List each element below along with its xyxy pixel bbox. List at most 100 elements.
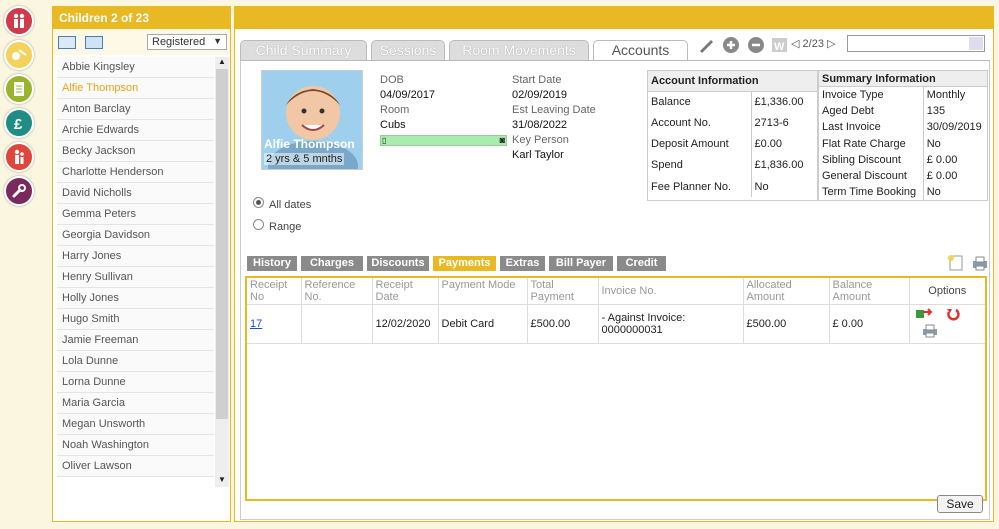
child-list-item[interactable]: Charlotte Henderson [57, 162, 214, 183]
key-person-value: Karl Taylor [512, 149, 564, 161]
account-info-label: Spend [647, 154, 752, 177]
search-icon[interactable] [969, 37, 983, 50]
child-list-item[interactable]: Noah Washington [57, 435, 214, 456]
col-reference-no: Reference No. [301, 278, 373, 305]
main-nav-rail: £ [4, 6, 38, 210]
svg-text:W: W [774, 41, 785, 53]
subtab-discounts[interactable]: Discounts [367, 256, 429, 271]
account-info-label: Fee Planner No. [647, 176, 752, 198]
subtab-extras[interactable]: Extras [500, 256, 545, 271]
summary-info-row: Term Time Booking No [818, 184, 989, 201]
main-panel: Child Summary Sessions Room Movements Ac… [234, 6, 994, 522]
word-export-icon[interactable]: W [770, 36, 790, 54]
settings-nav-icon[interactable] [4, 176, 34, 206]
edit-pencil-icon[interactable] [697, 36, 717, 54]
save-button[interactable]: Save [937, 495, 983, 513]
camera-icon[interactable]: ◙ [500, 135, 505, 145]
all-dates-radio[interactable] [253, 197, 264, 208]
finance-nav-icon[interactable]: £ [4, 108, 34, 138]
phone-icon: ▯ [382, 136, 387, 145]
options-cell [909, 304, 985, 344]
account-info-value: £1,836.00 [750, 154, 819, 177]
scroll-thumb[interactable] [216, 69, 228, 419]
account-info-value: 2713-6 [750, 112, 819, 134]
receipt-link[interactable]: 17 [250, 318, 262, 330]
subtab-payments[interactable]: Payments [433, 256, 496, 271]
add-icon[interactable] [721, 36, 741, 54]
refund-icon[interactable] [944, 307, 962, 321]
children-panel-title: Children 2 of 23 [53, 7, 230, 29]
tab-child-summary[interactable]: Child Summary [240, 40, 367, 60]
grid-view-icon[interactable] [85, 36, 103, 49]
subtab-credit[interactable]: Credit [617, 256, 666, 271]
children-panel: Children 2 of 23 Registered ▼ Abbie Kings… [52, 6, 231, 522]
col-receipt-date: Receipt Date [372, 278, 439, 305]
total-payment-cell: £500.00 [527, 304, 599, 344]
child-list-item[interactable]: Abbie Kingsley [57, 57, 214, 78]
child-list-item[interactable]: Hugo Smith [57, 309, 214, 330]
transfer-icon[interactable] [915, 307, 933, 321]
scroll-up-icon[interactable]: ▲ [215, 57, 229, 69]
col-receipt-no: Receipt No [247, 278, 302, 305]
print-icon[interactable] [971, 255, 989, 271]
child-list-item[interactable]: David Nicholls [57, 183, 214, 204]
summary-info-row: Sibling Discount £ 0.00 [818, 151, 989, 168]
list-view-icon[interactable] [58, 36, 76, 49]
registers-nav-icon[interactable] [4, 74, 34, 104]
new-document-icon[interactable] [947, 255, 965, 271]
leaving-date-label: Est Leaving Date [512, 104, 596, 116]
account-info-row: Spend £1,836.00 [647, 154, 819, 177]
subtab-bill-payer[interactable]: Bill Payer [549, 256, 613, 271]
child-list-item[interactable]: Maria Garcia [57, 393, 214, 414]
child-list-item[interactable]: Harry Jones [57, 246, 214, 267]
child-list-item[interactable]: Alfie Thompson [57, 78, 214, 99]
child-list-item[interactable]: Oliver Lawson [57, 456, 214, 477]
children-filter-select[interactable]: Registered ▼ [147, 34, 227, 50]
allocated-amount-cell: £500.00 [743, 304, 830, 344]
account-info-row: Deposit Amount £0.00 [647, 133, 819, 155]
children-list-scrollbar[interactable]: ▲ ▼ [215, 57, 229, 487]
account-info-value: £1,336.00 [750, 91, 819, 113]
child-list-item[interactable]: Holly Jones [57, 288, 214, 309]
activities-nav-icon[interactable] [4, 40, 34, 70]
previous-record-icon[interactable]: ◁ [791, 38, 799, 50]
summary-info-value: Monthly [922, 86, 989, 103]
staff-nav-icon[interactable] [4, 142, 34, 172]
summary-info-label: Term Time Booking [818, 184, 924, 201]
table-row: 17 12/02/2020 Debit Card £500.00 - Again… [247, 304, 985, 344]
tab-accounts[interactable]: Accounts [593, 40, 688, 61]
child-list-item[interactable]: Becky Jackson [57, 141, 214, 162]
child-list-item[interactable]: Georgia Davidson [57, 225, 214, 246]
child-list-item[interactable]: Jamie Freeman [57, 330, 214, 351]
child-list-item[interactable]: Megan Unsworth [57, 414, 214, 435]
subtab-history[interactable]: History [247, 256, 297, 271]
children-panel-toolbar: Registered ▼ [53, 29, 230, 55]
summary-info-value: 135 [922, 103, 989, 120]
remove-icon[interactable] [746, 36, 766, 54]
tab-room-movements[interactable]: Room Movements [449, 40, 589, 60]
record-position: 2/23 [802, 38, 824, 50]
account-info-value: £0.00 [750, 133, 819, 155]
scroll-down-icon[interactable]: ▼ [215, 475, 229, 487]
range-radio[interactable] [253, 219, 264, 230]
summary-info-value: £ 0.00 [922, 151, 989, 168]
summary-info-table: Summary Information Invoice Type Monthly A… [818, 69, 989, 201]
child-list-item[interactable]: Archie Edwards [57, 120, 214, 141]
col-invoice-no: Invoice No. [598, 278, 744, 305]
search-input[interactable] [847, 35, 985, 52]
subtab-charges[interactable]: Charges [301, 256, 363, 271]
child-list-item[interactable]: Gemma Peters [57, 204, 214, 225]
col-options: Options [909, 278, 985, 305]
payments-grid: Receipt No Reference No. Receipt Date Pa… [245, 276, 987, 501]
children-nav-icon[interactable] [4, 6, 34, 36]
child-list-item[interactable]: Lorna Dunne [57, 372, 214, 393]
tab-sessions[interactable]: Sessions [371, 40, 445, 60]
child-list-item[interactable]: Henry Sullivan [57, 267, 214, 288]
child-list-item[interactable]: Anton Barclay [57, 99, 214, 120]
child-list-item[interactable]: Lola Dunne [57, 351, 214, 372]
summary-info-label: Invoice Type [818, 86, 924, 103]
print-receipt-icon[interactable] [921, 324, 939, 338]
payments-table: Receipt No Reference No. Receipt Date Pa… [247, 278, 985, 344]
next-record-icon[interactable]: ▷ [827, 38, 835, 50]
summary-info-label: Flat Rate Charge [818, 135, 924, 152]
